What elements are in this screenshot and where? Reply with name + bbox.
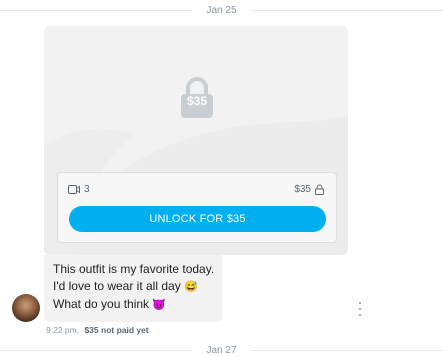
unlock-button[interactable]: UNLOCK FOR $35	[69, 206, 326, 232]
more-icon[interactable]	[357, 302, 363, 316]
locked-media-card[interactable]: $35 3 $35 UNLOCK FOR $35	[44, 26, 348, 255]
small-lock-icon	[315, 184, 324, 195]
devil-emoji: 😈	[152, 299, 167, 311]
message-line: This outfit is my favorite today.	[53, 262, 215, 276]
message-time: 9:22 pm,	[46, 325, 80, 335]
price-badge: $35	[186, 94, 208, 108]
price-label: $35	[294, 183, 311, 195]
media-count: 3	[84, 183, 90, 195]
date-label: Jan 27	[206, 344, 237, 356]
message-line-with-emoji: I'd love to wear it all day 😅	[53, 279, 198, 293]
date-label: Jan 25	[206, 4, 237, 16]
message-line-with-emoji: What do you think 😈	[53, 297, 167, 311]
date-separator: Jan 25	[0, 3, 443, 17]
message-meta: 9:22 pm, $35 not paid yet	[46, 325, 149, 335]
sweat-smile-emoji: 😅	[184, 281, 198, 293]
date-separator: Jan 27	[0, 343, 443, 357]
video-icon	[68, 184, 80, 194]
message-bubble: This outfit is my favorite today. I'd lo…	[44, 255, 222, 322]
payment-status: $35 not paid yet	[84, 325, 149, 335]
avatar[interactable]	[12, 294, 40, 322]
unlock-panel: 3 $35 UNLOCK FOR $35	[57, 172, 337, 243]
